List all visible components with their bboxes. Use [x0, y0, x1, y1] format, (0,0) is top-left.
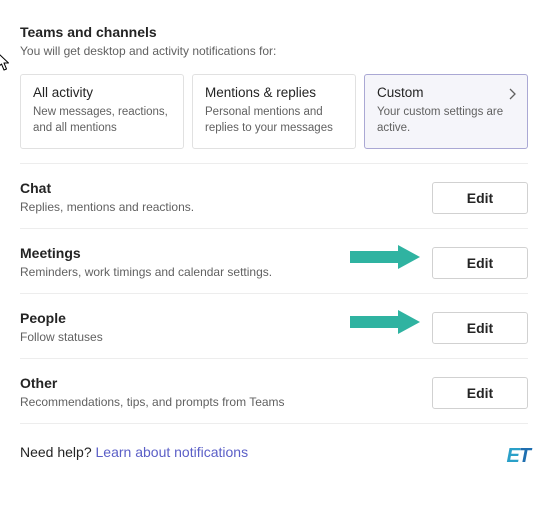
section-other: Other Recommendations, tips, and prompts… [20, 359, 528, 424]
section-desc: You will get desktop and activity notifi… [20, 44, 528, 58]
edit-chat-button[interactable]: Edit [432, 182, 528, 214]
cursor-icon [0, 52, 14, 74]
edit-meetings-button[interactable]: Edit [432, 247, 528, 279]
option-title: All activity [33, 85, 171, 100]
row-title: People [20, 310, 432, 326]
section-meetings: Meetings Reminders, work timings and cal… [20, 229, 528, 294]
learn-notifications-link[interactable]: Learn about notifications [96, 444, 249, 460]
section-title: Teams and channels [20, 24, 528, 40]
section-chat: Chat Replies, mentions and reactions. Ed… [20, 164, 528, 229]
chevron-right-icon [507, 87, 517, 105]
section-teams-channels: Teams and channels You will get desktop … [20, 8, 528, 164]
options-row: All activity New messages, reactions, an… [20, 74, 528, 149]
option-desc: Personal mentions and replies to your me… [205, 105, 343, 136]
option-mentions-replies[interactable]: Mentions & replies Personal mentions and… [192, 74, 356, 149]
option-desc: New messages, reactions, and all mention… [33, 105, 171, 136]
option-title: Custom [377, 85, 515, 100]
row-title: Other [20, 375, 432, 391]
edit-other-button[interactable]: Edit [432, 377, 528, 409]
row-desc: Follow statuses [20, 330, 432, 344]
row-desc: Reminders, work timings and calendar set… [20, 265, 432, 279]
section-people: People Follow statuses Edit [20, 294, 528, 359]
help-row: Need help? Learn about notifications [20, 424, 528, 464]
row-desc: Recommendations, tips, and prompts from … [20, 395, 432, 409]
edit-people-button[interactable]: Edit [432, 312, 528, 344]
option-title: Mentions & replies [205, 85, 343, 100]
help-prefix: Need help? [20, 444, 96, 460]
row-title: Meetings [20, 245, 432, 261]
option-custom[interactable]: Custom Your custom settings are active. [364, 74, 528, 149]
option-all-activity[interactable]: All activity New messages, reactions, an… [20, 74, 184, 149]
option-desc: Your custom settings are active. [377, 105, 515, 136]
row-desc: Replies, mentions and reactions. [20, 200, 432, 214]
row-title: Chat [20, 180, 432, 196]
